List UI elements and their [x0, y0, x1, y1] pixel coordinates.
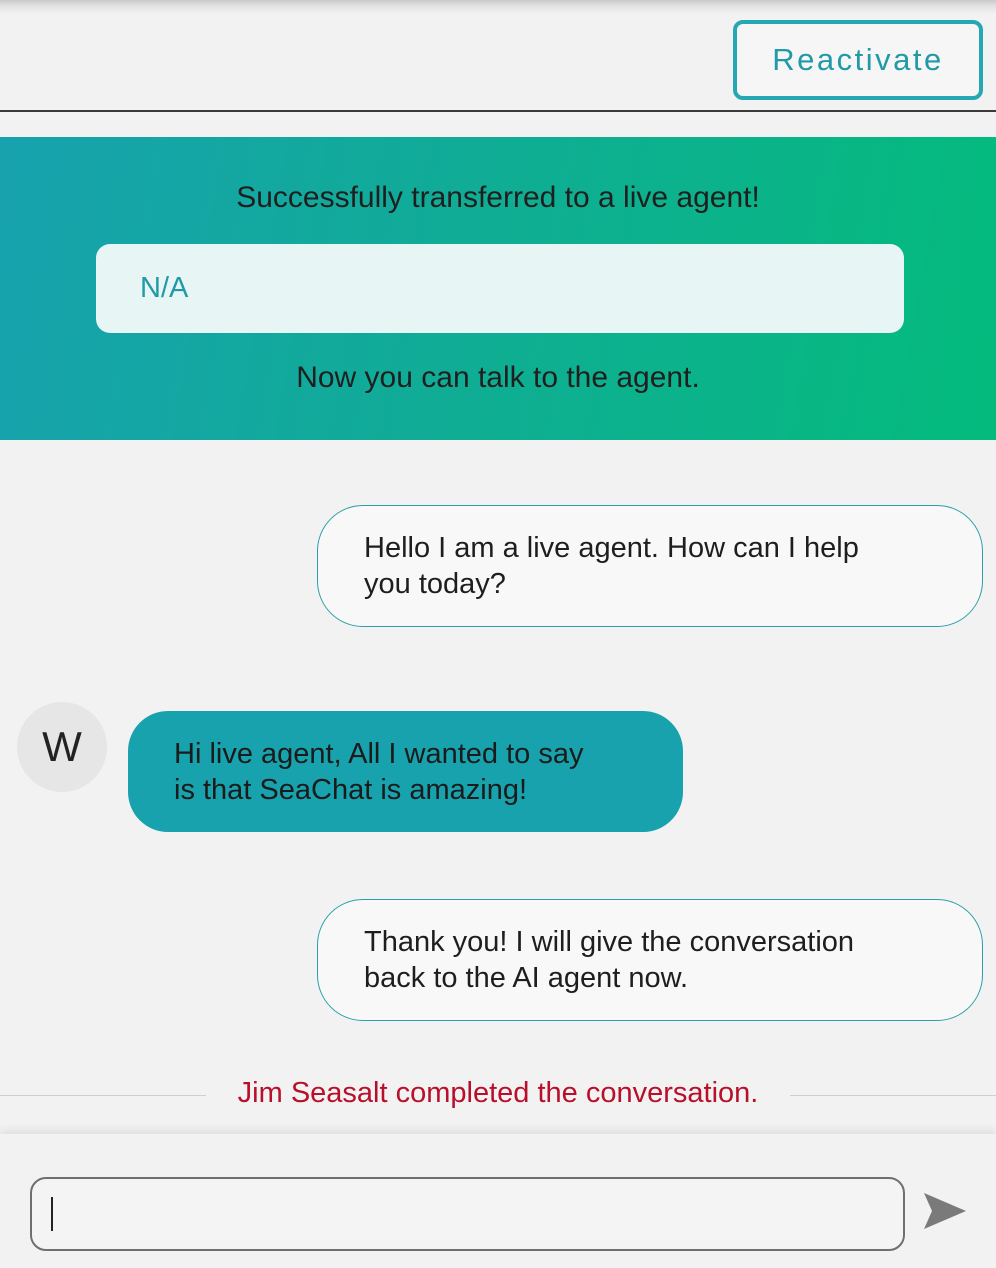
agent-message-bubble: Hello I am a live agent. How can I help … — [317, 505, 983, 627]
message-line: Hello I am a live agent. How can I help — [364, 532, 859, 564]
send-icon[interactable] — [922, 1191, 968, 1231]
user-avatar: W — [17, 702, 107, 792]
message-line: back to the AI agent now. — [364, 962, 689, 994]
message-line: is that SeaChat is amazing! — [174, 773, 528, 806]
top-shadow — [0, 0, 996, 14]
message-text: Hello I am a live agent. How can I help … — [364, 530, 859, 602]
message-text: Hi live agent, All I wanted to say is th… — [174, 736, 583, 808]
agent-message-bubble: Thank you! I will give the conversation … — [317, 899, 983, 1021]
banner-subtitle: Now you can talk to the agent. — [296, 361, 700, 394]
banner-title: Successfully transferred to a live agent… — [236, 181, 760, 214]
banner-info-box: N/A — [96, 244, 904, 333]
message-text: Thank you! I will give the conversation … — [364, 924, 854, 996]
message-line: you today? — [364, 568, 506, 600]
user-message-bubble: Hi live agent, All I wanted to say is th… — [128, 711, 683, 832]
banner-info-value: N/A — [140, 272, 189, 304]
message-composer — [0, 1134, 996, 1268]
reactivate-button[interactable]: Reactivate — [733, 20, 983, 100]
message-line: Thank you! I will give the conversation — [364, 926, 855, 958]
message-line: Hi live agent, All I wanted to say — [174, 737, 584, 770]
text-caret — [51, 1197, 53, 1231]
chat-app: Reactivate Successfully transferred to a… — [0, 0, 996, 1268]
transfer-banner: Successfully transferred to a live agent… — [0, 137, 996, 440]
message-input[interactable] — [30, 1177, 905, 1251]
chat-header: Reactivate — [0, 14, 996, 112]
conversation-status: Jim Seasalt completed the conversation. — [237, 1077, 759, 1109]
